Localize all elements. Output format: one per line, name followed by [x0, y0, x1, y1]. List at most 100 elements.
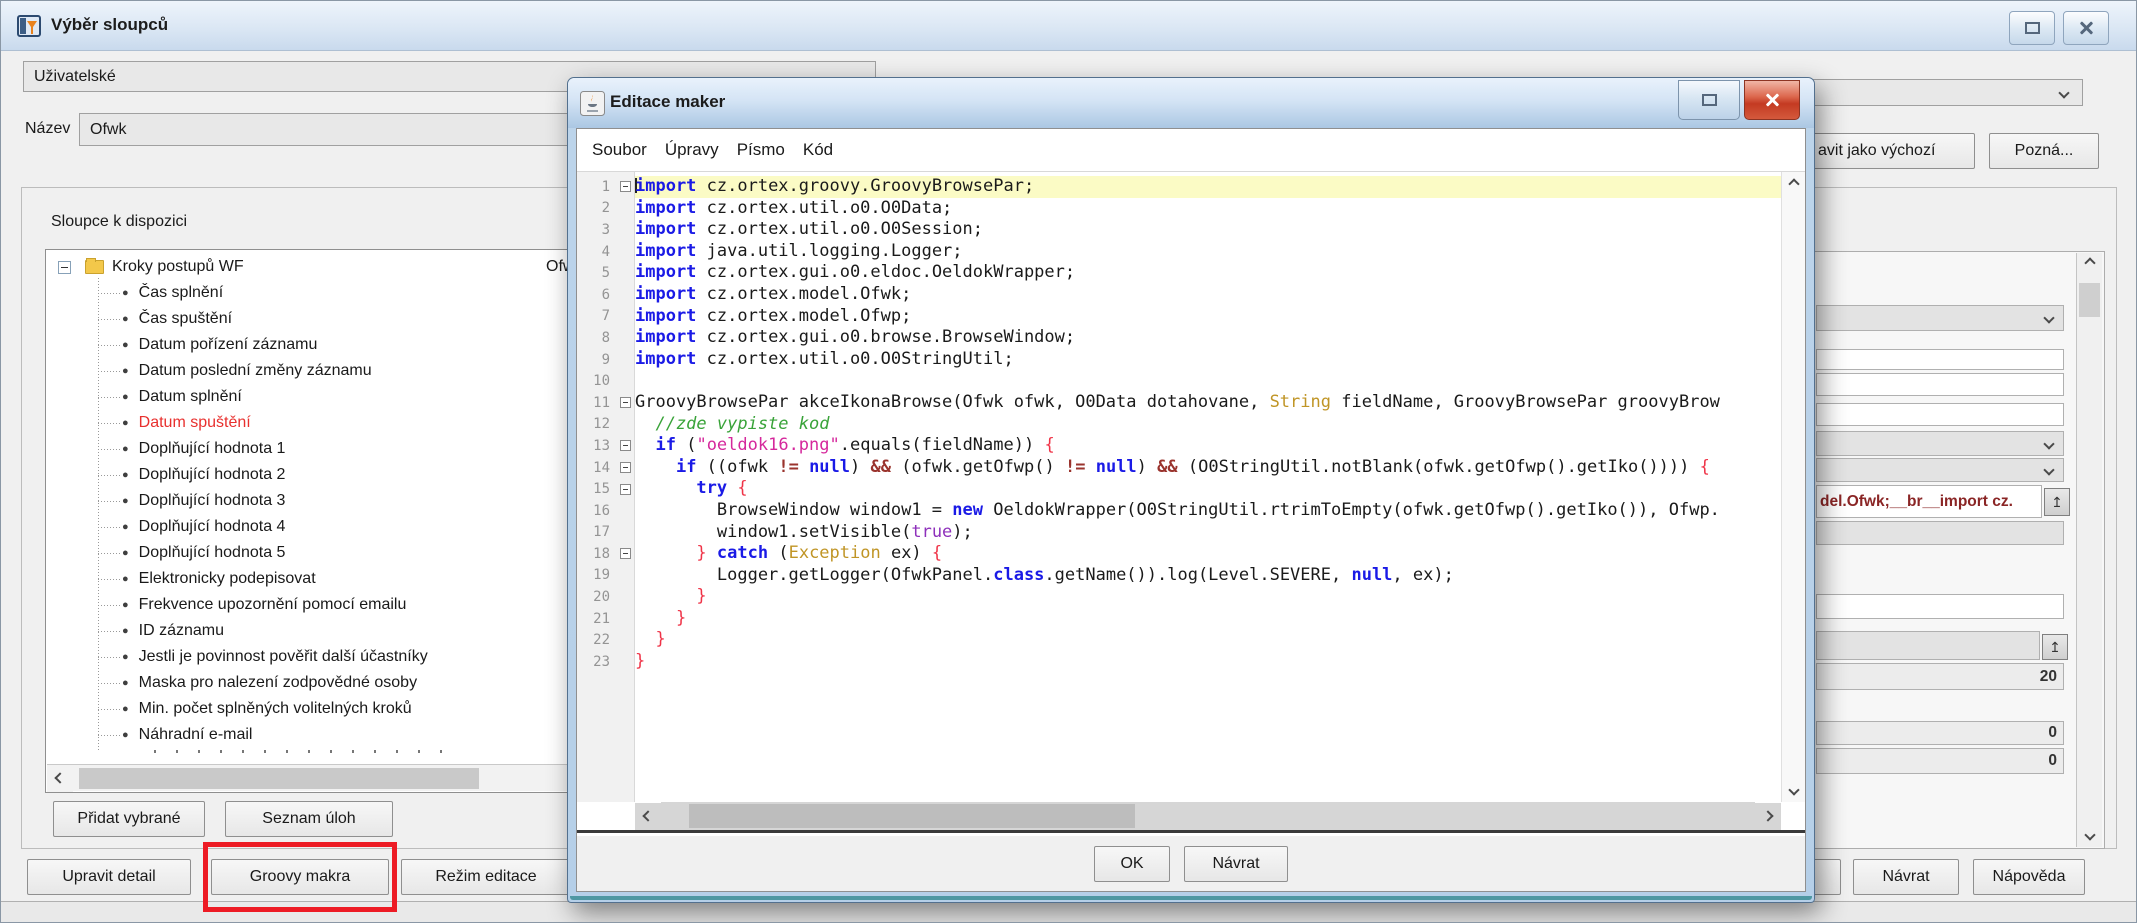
fold-marker-icon[interactable]: [615, 462, 635, 473]
set-default-button[interactable]: avit jako výchozí: [1797, 133, 1975, 169]
tree-item[interactable]: ●Frekvence upozornění pomocí emailu: [46, 592, 579, 618]
help-button[interactable]: Nápověda: [1973, 859, 2085, 895]
edit-mode-button[interactable]: Režim editace: [401, 859, 571, 895]
code-line[interactable]: 11GroovyBrowsePar akceIkonaBrowse(Ofwk o…: [577, 392, 1781, 414]
fold-marker-icon[interactable]: [615, 440, 635, 451]
code-line[interactable]: 20 }: [577, 586, 1781, 608]
code-line[interactable]: 22 }: [577, 629, 1781, 651]
code-line[interactable]: 8import cz.ortex.gui.o0.browse.BrowseWin…: [577, 327, 1781, 349]
detail-input-2[interactable]: [1816, 373, 2064, 396]
fold-marker-icon[interactable]: [615, 397, 635, 408]
tree-item[interactable]: ●Čas spuštění: [46, 306, 579, 332]
dialog-maximize-button[interactable]: [1678, 80, 1740, 120]
tree-item[interactable]: ●Min. počet splněných volitelných kroků: [46, 696, 579, 722]
tree-item[interactable]: ●Doplňující hodnota 4: [46, 514, 579, 540]
tree-scrollbar-thumb[interactable]: [79, 768, 479, 789]
code-line[interactable]: 10: [577, 370, 1781, 392]
note-button[interactable]: Pozná...: [1989, 133, 2099, 169]
scroll-right-button[interactable]: [1755, 803, 1781, 830]
detail-combobox-3[interactable]: [1816, 458, 2064, 482]
tree-item[interactable]: ●Datum spuštění: [46, 410, 579, 436]
add-selected-button[interactable]: Přidat vybrané: [53, 801, 205, 837]
tree-item[interactable]: ●Jestli je povinnost pověřit další účast…: [46, 644, 579, 670]
value-0-field-2[interactable]: 0: [1816, 748, 2064, 774]
code-line[interactable]: 19 Logger.getLogger(OfwkPanel.class.getN…: [577, 565, 1781, 587]
tree-item[interactable]: ●Doplňující hodnota 3: [46, 488, 579, 514]
tree-item[interactable]: ●Doplňující hodnota 5: [46, 540, 579, 566]
value-20-field[interactable]: 20: [1816, 663, 2064, 690]
menu-kod[interactable]: Kód: [794, 140, 842, 160]
code-line[interactable]: 5import cz.ortex.gui.o0.eldoc.OeldokWrap…: [577, 262, 1781, 284]
tree-item[interactable]: ●ID záznamu: [46, 618, 579, 644]
code-line[interactable]: 23}: [577, 651, 1781, 673]
code-line[interactable]: 7import cz.ortex.model.Ofwp;: [577, 306, 1781, 328]
code-line[interactable]: 13 if ("oeldok16.png".equals(fieldName))…: [577, 435, 1781, 457]
dialog-close-button[interactable]: [1744, 80, 1800, 120]
menu-soubor[interactable]: Soubor: [583, 140, 656, 160]
close-button[interactable]: [2063, 11, 2109, 45]
scroll-up-button[interactable]: [2077, 259, 2103, 267]
tree-item[interactable]: ●Datum poslední změny záznamu: [46, 358, 579, 384]
ok-button[interactable]: OK: [1094, 846, 1170, 882]
fold-marker-icon[interactable]: [615, 484, 635, 495]
open-editor-button-2[interactable]: ↥: [2042, 634, 2068, 660]
detail-row-gray-1[interactable]: [1816, 521, 2064, 545]
detail-input-1[interactable]: [1816, 349, 2064, 370]
code-line[interactable]: 4import java.util.logging.Logger;: [577, 241, 1781, 263]
detail-row-gray-2[interactable]: [1816, 631, 2040, 660]
collapse-icon[interactable]: [58, 261, 71, 274]
editor-scrollbar-track[interactable]: [661, 802, 1755, 830]
code-line[interactable]: 16 BrowseWindow window1 = new OeldokWrap…: [577, 500, 1781, 522]
code-line[interactable]: 3import cz.ortex.util.o0.O0Session;: [577, 219, 1781, 241]
code-line[interactable]: 2import cz.ortex.util.o0.O0Data;: [577, 198, 1781, 220]
maximize-button[interactable]: [2009, 11, 2055, 45]
tree-item[interactable]: ●Doplňující hodnota 1: [46, 436, 579, 462]
tree-root-row[interactable]: Kroky postupů WF Ofw: [54, 254, 574, 280]
detail-scrollbar-thumb[interactable]: [2079, 283, 2100, 317]
dialog-titlebar[interactable]: [568, 78, 1814, 128]
detail-vertical-scrollbar[interactable]: [2076, 253, 2102, 847]
code-lines[interactable]: 1import cz.ortex.groovy.GroovyBrowsePar;…: [577, 176, 1781, 673]
code-line[interactable]: 14 if ((ofwk != null) && (ofwk.getOfwp()…: [577, 457, 1781, 479]
code-line[interactable]: 12 //zde vypiste kod: [577, 414, 1781, 436]
open-editor-button[interactable]: ↥: [2044, 488, 2070, 516]
tree-item[interactable]: ●Náhradní e-mail: [46, 722, 579, 748]
scroll-down-button[interactable]: [1782, 786, 1805, 794]
menu-upravy[interactable]: Úpravy: [656, 140, 728, 160]
code-line[interactable]: 18 } catch (Exception ex) {: [577, 543, 1781, 565]
detail-combobox-1[interactable]: [1816, 305, 2064, 331]
code-line[interactable]: 21 }: [577, 608, 1781, 630]
editor-vertical-scrollbar[interactable]: [1781, 172, 1805, 802]
tree-item[interactable]: ●Elektronicky podepisovat: [46, 566, 579, 592]
detail-input-3[interactable]: [1816, 403, 2064, 426]
tree-item[interactable]: ●Datum pořízení záznamu: [46, 332, 579, 358]
code-line[interactable]: 15 try {: [577, 478, 1781, 500]
tree-item[interactable]: ●Datum splnění: [46, 384, 579, 410]
code-line[interactable]: 17 window1.setVisible(true);: [577, 522, 1781, 544]
detail-input-4[interactable]: [1816, 594, 2064, 619]
tree-item[interactable]: ●Maska pro nalezení zodpovědné osoby: [46, 670, 579, 696]
code-line[interactable]: 1import cz.ortex.groovy.GroovyBrowsePar;: [577, 176, 1781, 198]
scroll-left-button[interactable]: [47, 765, 73, 792]
menu-pismo[interactable]: Písmo: [728, 140, 794, 160]
edit-detail-button[interactable]: Upravit detail: [27, 859, 191, 895]
tree-horizontal-scrollbar[interactable]: [47, 764, 578, 791]
code-line[interactable]: 6import cz.ortex.model.Ofwk;: [577, 284, 1781, 306]
fold-marker-icon[interactable]: [615, 181, 635, 192]
code-editor[interactable]: 1import cz.ortex.groovy.GroovyBrowsePar;…: [577, 172, 1805, 833]
tree-item[interactable]: ●Doplňující hodnota 2: [46, 462, 579, 488]
import-field[interactable]: del.Ofwk;__br__import cz.: [1816, 485, 2042, 518]
tree-item[interactable]: ●Čas splnění: [46, 280, 579, 306]
detail-combobox-2[interactable]: [1816, 431, 2064, 456]
return-button[interactable]: Návrat: [1853, 859, 1959, 895]
editor-horizontal-scrollbar[interactable]: [577, 802, 1781, 830]
editor-scrollbar-thumb[interactable]: [689, 804, 1135, 828]
fold-marker-icon[interactable]: [615, 548, 635, 559]
task-list-button[interactable]: Seznam úloh: [225, 801, 393, 837]
scroll-down-button[interactable]: [2077, 831, 2103, 839]
scroll-left-button[interactable]: [635, 803, 661, 830]
code-line[interactable]: 9import cz.ortex.util.o0.O0StringUtil;: [577, 349, 1781, 371]
value-0-field-1[interactable]: 0: [1816, 721, 2064, 745]
scroll-up-button[interactable]: [1782, 180, 1805, 188]
dialog-return-button[interactable]: Návrat: [1184, 846, 1288, 882]
